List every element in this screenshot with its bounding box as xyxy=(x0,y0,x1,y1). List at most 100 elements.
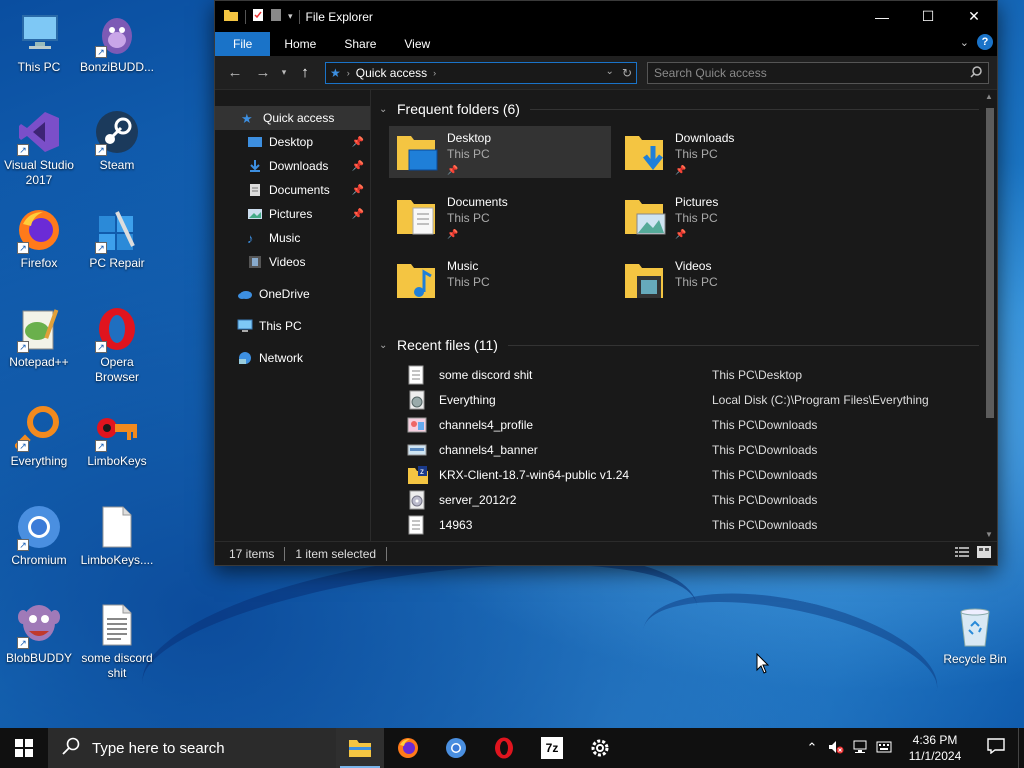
up-arrow-icon[interactable]: ↑ xyxy=(291,64,319,81)
volume-muted-icon[interactable] xyxy=(824,740,848,757)
pin-icon[interactable]: 📌 xyxy=(352,161,364,172)
taskbar-app-firefox[interactable] xyxy=(384,728,432,768)
title-bar[interactable]: ▾ File Explorer — ☐ ✕ xyxy=(215,1,997,32)
folder-tile-pictures[interactable]: Pictures This PC 📌 xyxy=(617,190,839,242)
desktop-icon-bonzibuddy[interactable]: ↗ BonziBUDD... xyxy=(78,10,156,75)
tiles-view-icon[interactable] xyxy=(977,546,991,561)
content-pane[interactable]: ⌄ Frequent folders (6) Desktop This PC 📌 xyxy=(371,90,997,541)
folder-tile-desktop[interactable]: Desktop This PC 📌 xyxy=(389,126,611,178)
folder-location: This PC xyxy=(447,147,490,161)
taskbar-app-chromium[interactable] xyxy=(432,728,480,768)
taskbar-app-7zip[interactable]: 7z xyxy=(528,728,576,768)
nav-item-onedrive[interactable]: OneDrive xyxy=(215,282,370,306)
desktop-icon-limbokeys-file[interactable]: LimboKeys.... xyxy=(78,503,156,568)
recent-file-row[interactable]: channels4_profile This PC\Downloads xyxy=(379,412,997,437)
taskbar-app-file-explorer[interactable] xyxy=(336,728,384,768)
tab-home[interactable]: Home xyxy=(270,32,330,56)
chevron-up-icon[interactable]: ⌃ xyxy=(800,740,824,756)
file-explorer-window[interactable]: ▾ File Explorer — ☐ ✕ File Home Share Vi… xyxy=(214,0,998,566)
blobbuddy-icon: ↗ xyxy=(15,601,63,649)
file-name: 14963 xyxy=(439,517,473,532)
network-icon[interactable] xyxy=(848,740,872,757)
start-button[interactable] xyxy=(0,728,48,768)
pin-icon[interactable]: 📌 xyxy=(352,137,364,148)
nav-item-quick-access[interactable]: ★ Quick access xyxy=(215,106,370,130)
folder-tile-music[interactable]: Music This PC xyxy=(389,254,611,306)
scrollbar-thumb[interactable] xyxy=(986,108,994,418)
new-folder-icon[interactable] xyxy=(270,8,282,25)
recent-file-row[interactable]: 14963 This PC\Downloads xyxy=(379,512,997,537)
desktop-icon-firefox[interactable]: ↗ Firefox xyxy=(0,206,78,271)
help-icon[interactable]: ? xyxy=(977,34,993,50)
nav-item-videos[interactable]: Videos xyxy=(215,250,370,274)
nav-item-music[interactable]: ♪ Music xyxy=(215,226,370,250)
scroll-up-icon[interactable]: ▲ xyxy=(985,92,993,101)
properties-icon[interactable] xyxy=(252,8,264,25)
refresh-icon[interactable]: ↻ xyxy=(622,66,632,80)
nav-item-downloads[interactable]: Downloads 📌 xyxy=(215,154,370,178)
recent-file-row[interactable]: some discord shit This PC\Desktop xyxy=(379,362,997,387)
tab-view[interactable]: View xyxy=(390,32,444,56)
expand-ribbon-icon[interactable]: ⌄ xyxy=(960,36,969,49)
back-arrow-icon[interactable]: ← xyxy=(221,64,249,81)
navigation-pane[interactable]: ★ Quick access Desktop 📌 Downloads 📌 Doc… xyxy=(215,90,371,541)
address-bar[interactable]: ★ › Quick access › ⌄ ↻ xyxy=(325,61,637,84)
scroll-down-icon[interactable]: ▼ xyxy=(985,530,993,539)
maximize-button[interactable]: ☐ xyxy=(905,1,951,32)
tab-file[interactable]: File xyxy=(215,32,271,56)
input-language-icon[interactable] xyxy=(872,740,896,757)
customize-toolbar-icon[interactable]: ▾ xyxy=(288,11,293,22)
recent-file-row[interactable]: Everything Local Disk (C:)\Program Files… xyxy=(379,387,997,412)
desktop-icon-this-pc[interactable]: This PC xyxy=(0,10,78,75)
notification-icon[interactable] xyxy=(974,738,1018,758)
folder-tile-documents[interactable]: Documents This PC 📌 xyxy=(389,190,611,242)
collapse-chevron-icon[interactable]: ⌄ xyxy=(379,340,393,351)
breadcrumb-quick-access[interactable]: Quick access xyxy=(356,66,427,80)
shortcut-arrow-icon: ↗ xyxy=(17,144,29,156)
recent-locations-icon[interactable]: ▾ xyxy=(277,67,291,78)
search-box[interactable] xyxy=(647,61,989,84)
desktop-icon-pc-repair[interactable]: ↗ PC Repair xyxy=(78,206,156,271)
desktop-icon-notepad-plus-plus[interactable]: ↗ Notepad++ xyxy=(0,305,78,370)
forward-arrow-icon[interactable]: → xyxy=(249,64,277,81)
recent-file-row[interactable]: channels4_banner This PC\Downloads xyxy=(379,437,997,462)
clock[interactable]: 4:36 PM 11/1/2024 xyxy=(896,732,974,764)
search-input[interactable] xyxy=(654,65,954,80)
desktop-icon-some-discord-shit[interactable]: some discord shit xyxy=(78,601,156,681)
recent-files-header[interactable]: ⌄ Recent files (11) xyxy=(379,334,997,356)
desktop-icon-limbokeys[interactable]: ↗ LimboKeys xyxy=(78,404,156,469)
desktop-icon-opera[interactable]: ↗ Opera Browser xyxy=(78,305,156,385)
show-desktop-button[interactable] xyxy=(1018,728,1024,768)
desktop-icon-blobbuddy[interactable]: ↗ BlobBUDDY xyxy=(0,601,78,666)
pin-icon[interactable]: 📌 xyxy=(352,185,364,196)
desktop-icon-recycle-bin[interactable]: Recycle Bin xyxy=(936,602,1014,667)
address-dropdown-icon[interactable]: ⌄ xyxy=(606,66,614,80)
folder-tile-downloads[interactable]: Downloads This PC 📌 xyxy=(617,126,839,178)
taskbar-search-input[interactable] xyxy=(92,739,322,757)
nav-item-this-pc[interactable]: This PC xyxy=(215,314,370,338)
desktop-icon-visual-studio[interactable]: ↗ Visual Studio 2017 xyxy=(0,108,78,188)
pin-icon[interactable]: 📌 xyxy=(352,209,364,220)
firefox-icon xyxy=(398,738,418,758)
folder-tile-videos[interactable]: Videos This PC xyxy=(617,254,839,306)
nav-item-network[interactable]: Network xyxy=(215,346,370,370)
tab-share[interactable]: Share xyxy=(330,32,390,56)
desktop-icon-everything[interactable]: ↗ Everything xyxy=(0,404,78,469)
vertical-scrollbar[interactable]: ▲ ▼ xyxy=(983,90,997,541)
minimize-button[interactable]: — xyxy=(859,1,905,32)
taskbar-app-settings[interactable] xyxy=(576,728,624,768)
star-icon: ★ xyxy=(241,111,253,126)
recent-file-row[interactable]: server_2012r2 This PC\Downloads xyxy=(379,487,997,512)
taskbar-search[interactable] xyxy=(48,728,336,768)
close-button[interactable]: ✕ xyxy=(951,1,997,32)
nav-item-desktop[interactable]: Desktop 📌 xyxy=(215,130,370,154)
taskbar-app-opera[interactable] xyxy=(480,728,528,768)
recent-file-row[interactable]: z KRX-Client-18.7-win64-public v1.24 Thi… xyxy=(379,462,997,487)
desktop-icon-chromium[interactable]: ↗ Chromium xyxy=(0,503,78,568)
collapse-chevron-icon[interactable]: ⌄ xyxy=(379,104,393,115)
desktop-icon-steam[interactable]: ↗ Steam xyxy=(78,108,156,173)
frequent-folders-header[interactable]: ⌄ Frequent folders (6) xyxy=(379,98,997,120)
nav-item-pictures[interactable]: Pictures 📌 xyxy=(215,202,370,226)
details-view-icon[interactable] xyxy=(955,546,969,561)
nav-item-documents[interactable]: Documents 📌 xyxy=(215,178,370,202)
